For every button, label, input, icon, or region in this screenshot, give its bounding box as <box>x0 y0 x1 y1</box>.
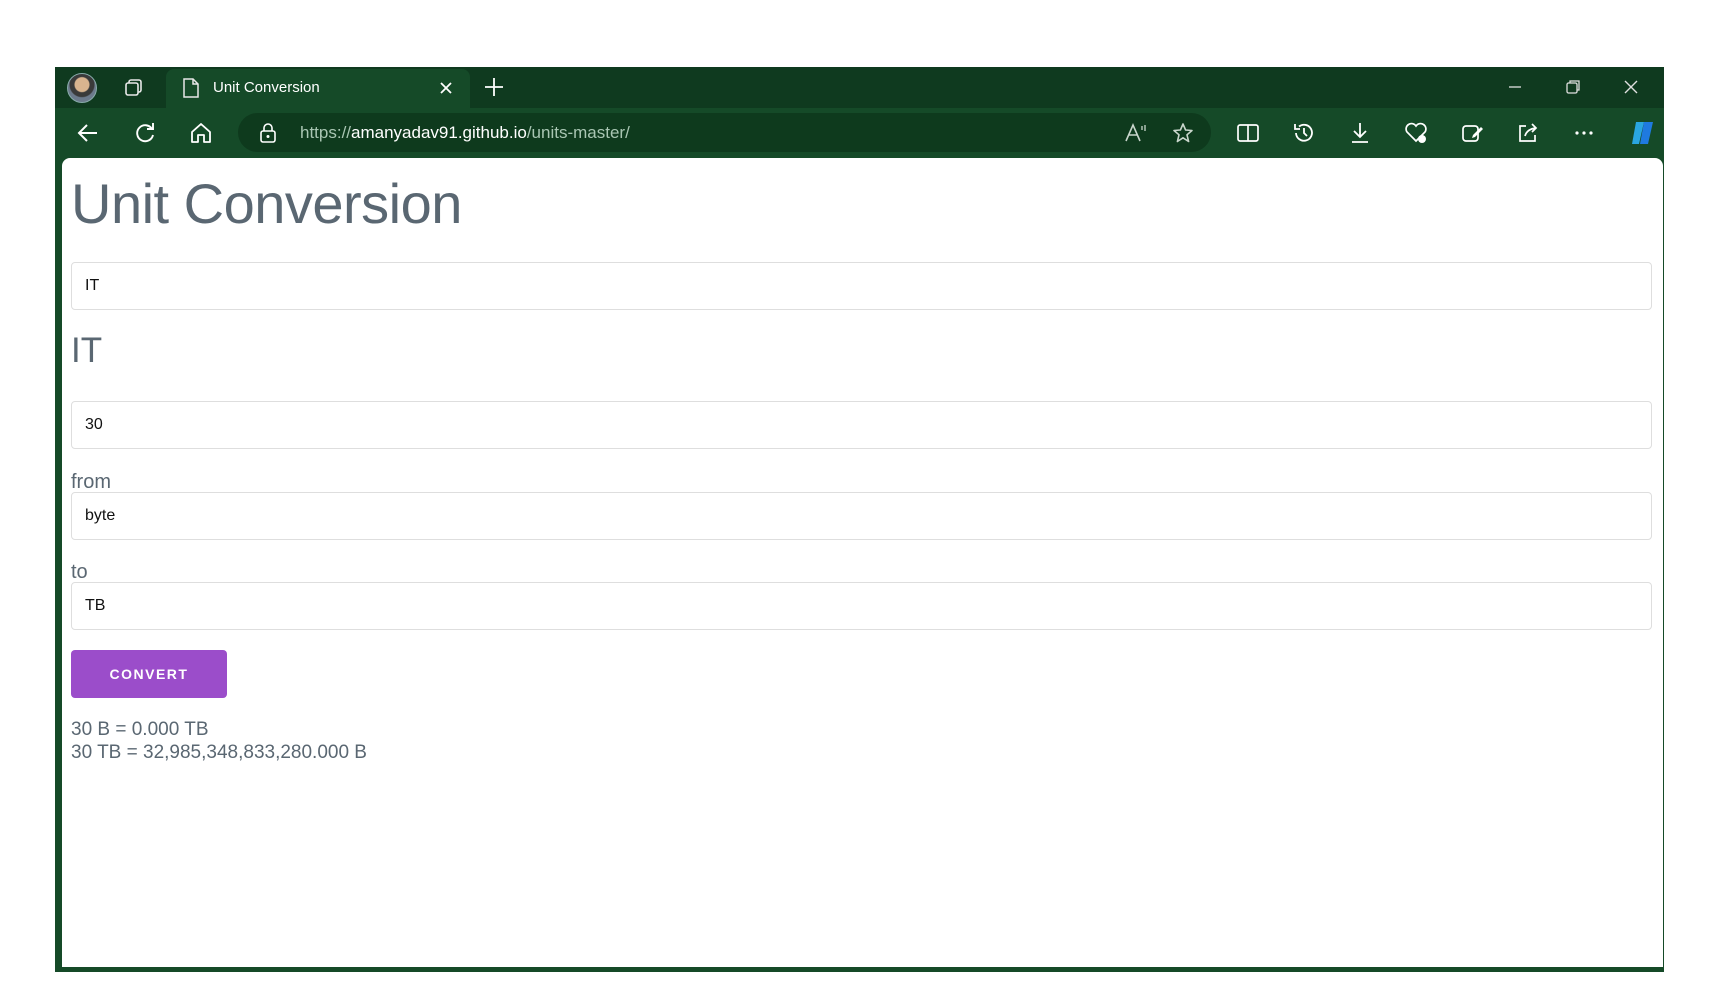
profile-avatar[interactable] <box>67 73 97 103</box>
history-icon[interactable] <box>1291 120 1317 146</box>
toolbar: https://amanyadav91.github.io/units-mast… <box>55 108 1664 157</box>
category-select[interactable]: IT <box>71 262 1652 310</box>
page-title: Unit Conversion <box>71 172 462 235</box>
favorite-star-icon[interactable] <box>1171 121 1195 145</box>
title-bar: Unit Conversion <box>55 67 1664 108</box>
more-options-icon[interactable] <box>1571 120 1597 146</box>
to-label: to <box>71 561 88 583</box>
lock-icon[interactable] <box>258 122 278 144</box>
close-tab-icon[interactable] <box>438 80 454 96</box>
browser-essentials-icon[interactable] <box>1403 120 1429 146</box>
share-icon[interactable] <box>1515 120 1541 146</box>
url-host: amanyadav91.github.io <box>351 123 527 142</box>
collections-icon[interactable] <box>1459 120 1485 146</box>
result-line: 30 B = 0.000 TB <box>71 719 209 740</box>
back-arrow-icon[interactable] <box>75 120 101 146</box>
url-text: https://amanyadav91.github.io/units-mast… <box>300 123 630 143</box>
page-content: Unit Conversion IT IT 30 from byte to TB… <box>62 158 1663 967</box>
browser-window: Unit Conversion https://amanyadav91.gith… <box>55 67 1664 972</box>
url-path: /units-master/ <box>526 123 630 142</box>
url-scheme: https:// <box>300 123 352 142</box>
category-heading: IT <box>71 331 103 370</box>
copilot-icon[interactable] <box>1628 118 1658 148</box>
from-unit-value: byte <box>85 507 116 524</box>
address-bar[interactable]: https://amanyadav91.github.io/units-mast… <box>238 113 1211 152</box>
new-tab-icon[interactable] <box>483 76 505 98</box>
restore-icon[interactable] <box>1563 77 1583 97</box>
page-icon <box>183 78 199 98</box>
workspaces-icon[interactable] <box>122 76 146 100</box>
refresh-icon[interactable] <box>132 120 158 146</box>
amount-input[interactable]: 30 <box>71 401 1652 449</box>
read-aloud-icon[interactable] <box>1124 122 1148 144</box>
close-window-icon[interactable] <box>1621 77 1641 97</box>
from-label: from <box>71 471 111 493</box>
minimize-icon[interactable] <box>1505 77 1525 97</box>
to-unit-value: TB <box>85 597 106 614</box>
tab-title: Unit Conversion <box>213 79 320 96</box>
category-select-value: IT <box>85 277 100 294</box>
amount-input-value: 30 <box>85 416 103 433</box>
from-unit-select[interactable]: byte <box>71 492 1652 540</box>
home-icon[interactable] <box>188 120 214 146</box>
result-line: 30 TB = 32,985,348,833,280.000 B <box>71 742 367 763</box>
split-screen-icon[interactable] <box>1235 120 1261 146</box>
convert-button[interactable]: CONVERT <box>71 650 227 698</box>
download-icon[interactable] <box>1347 120 1373 146</box>
tab-unit-conversion[interactable]: Unit Conversion <box>166 69 470 108</box>
to-unit-select[interactable]: TB <box>71 582 1652 630</box>
